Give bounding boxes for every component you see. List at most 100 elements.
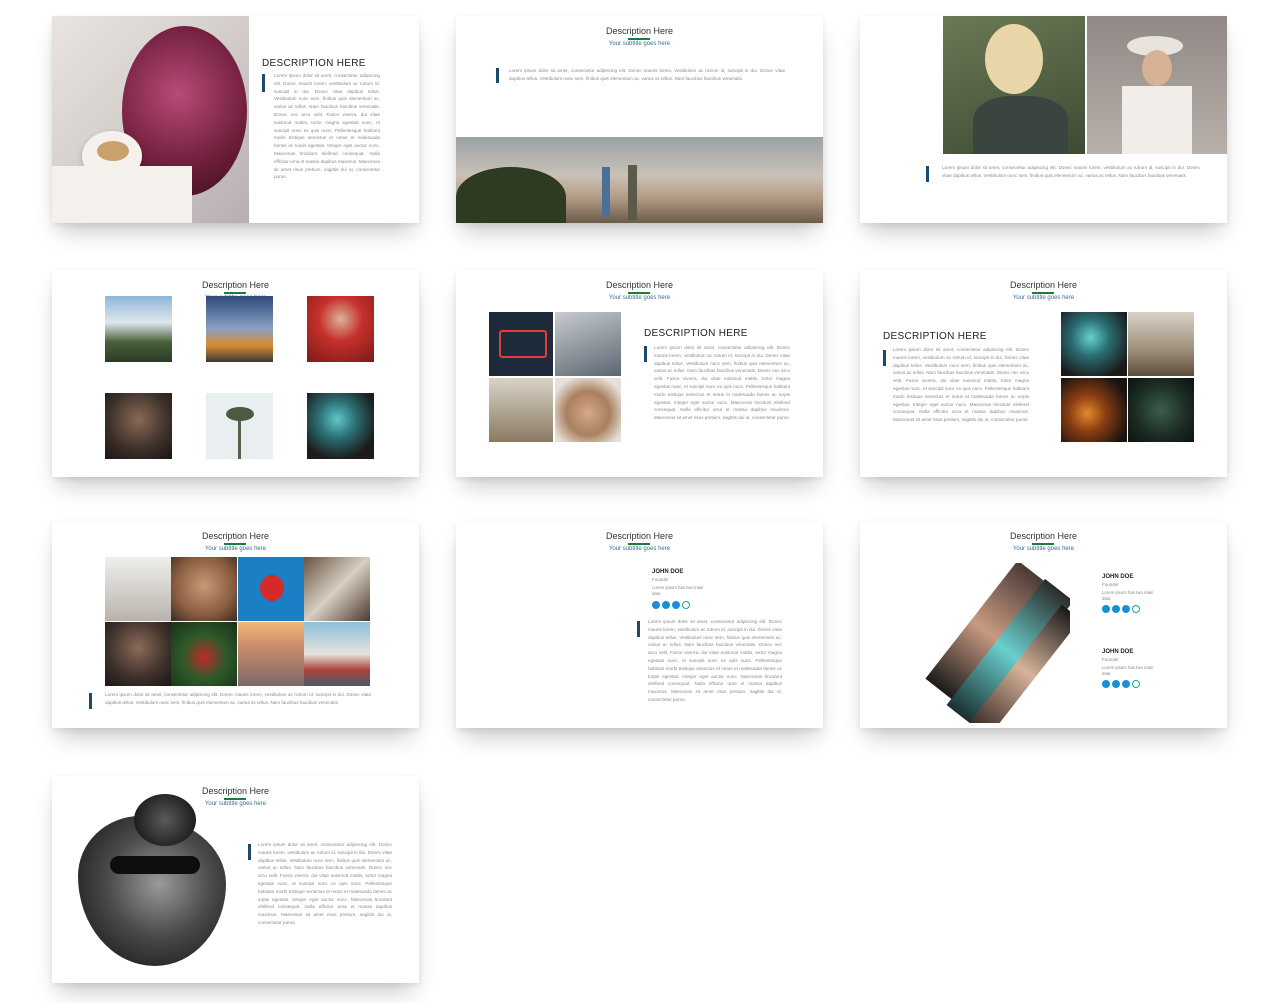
facebook-icon[interactable] (652, 601, 660, 609)
body-text: Lorem ipsum dolor sit amet, consectetur … (893, 347, 1029, 423)
slide-heading: DESCRIPTION HERE (883, 331, 987, 342)
grid-photo-4 (304, 557, 370, 621)
social-icons (1102, 605, 1140, 613)
twitter-icon[interactable] (1112, 680, 1120, 688)
grid-photo-7 (238, 622, 304, 686)
title-underline (628, 543, 650, 545)
slide-8[interactable]: Description Here Your subtitle goes here… (456, 521, 823, 728)
hat-woman-photo (1087, 16, 1227, 154)
accent-bar (926, 166, 929, 182)
slide-3[interactable]: Lorem ipsum dolor sit amet, consectetur … (860, 16, 1227, 223)
title-underline (224, 543, 246, 545)
accent-bar (644, 346, 647, 362)
grid-photo-2 (171, 557, 237, 621)
title-underline (1032, 292, 1054, 294)
red-jacket-photo (307, 296, 374, 362)
skype-icon[interactable] (682, 601, 690, 609)
body-text: Lorem ipsum dolor sit amet, consectetur … (509, 68, 785, 81)
linkedin-icon[interactable] (1122, 605, 1130, 613)
teal-hair-photo (307, 393, 374, 459)
skype-icon[interactable] (1132, 605, 1140, 613)
body-text: Lorem ipsum dolor sit amet, consectetur … (942, 165, 1200, 178)
title-underline (224, 292, 246, 294)
slide-title: Description Here (605, 280, 674, 290)
person-name: JOHN DOE (652, 569, 684, 575)
person-bio: Lorem ipsum has two main data (1102, 590, 1154, 601)
neon-mask-photo (1128, 378, 1194, 442)
slide-1[interactable]: DESCRIPTION HERE Lorem ipsum dolor sit a… (52, 16, 419, 223)
title-underline (628, 292, 650, 294)
slide-subtitle: Your subtitle goes here (608, 41, 671, 47)
accent-bar (89, 693, 92, 709)
slide-heading: DESCRIPTION HERE (644, 328, 748, 339)
grid-photo-8 (304, 622, 370, 686)
slide-heading: DESCRIPTION HERE (262, 58, 366, 69)
slide-subtitle: Your subtitle goes here (204, 546, 267, 552)
slide-subtitle: Your subtitle goes here (1012, 546, 1075, 552)
slide-7[interactable]: Description Here Your subtitle goes here… (52, 521, 419, 728)
body-text: Lorem ipsum dolor sit amet, consectetur … (654, 345, 790, 421)
linkedin-icon[interactable] (672, 601, 680, 609)
facebook-icon[interactable] (1102, 605, 1110, 613)
person-role: Founder (652, 577, 669, 582)
slide-title: Description Here (1009, 280, 1078, 290)
mountain-photo (105, 296, 172, 362)
slide-5[interactable]: Description Here Your subtitle goes here… (456, 270, 823, 477)
title-underline (628, 38, 650, 40)
skype-icon[interactable] (1132, 680, 1140, 688)
building-photo (489, 378, 553, 442)
person-bio: Lorem ipsum has two main data (652, 585, 704, 596)
person-role: Founder (1102, 657, 1119, 662)
accent-bar (496, 68, 499, 83)
social-icons (1102, 680, 1140, 688)
person-name: JOHN DOE (1102, 649, 1134, 655)
twitter-icon[interactable] (1112, 605, 1120, 613)
accent-bar (883, 350, 886, 366)
palm-tree-photo (206, 393, 273, 459)
person-bio: Lorem ipsum has two main data (1102, 665, 1154, 676)
brush-stroke-collage (890, 563, 1070, 723)
slide-4[interactable]: Description Here Your subtitle goes here (52, 270, 419, 477)
body-text: Lorem ipsum dolor sit amet, consectetur … (105, 692, 371, 705)
grid-photo-6 (171, 622, 237, 686)
racecar-photo (206, 296, 273, 362)
slide-title: Description Here (605, 531, 674, 541)
phone-man-photo (555, 312, 621, 376)
accent-bar (248, 844, 251, 860)
grid-photo-3 (238, 557, 304, 621)
accent-bar (637, 621, 640, 637)
title-underline (1032, 543, 1054, 545)
slide-subtitle: Your subtitle goes here (608, 295, 671, 301)
tea-flowers-photo (52, 16, 249, 223)
slide-title: Description Here (201, 280, 270, 290)
slide-10[interactable]: Description Here Your subtitle goes here… (52, 776, 419, 983)
open-sign-photo (489, 312, 553, 376)
body-text: Lorem ipsum dolor sit amet, consectetur … (274, 73, 380, 180)
grid-photo-5 (105, 622, 171, 686)
teal-hair-photo (1061, 312, 1127, 376)
couple-sky-photo (456, 137, 823, 223)
slide-6[interactable]: Description Here Your subtitle goes here… (860, 270, 1227, 477)
twitter-icon[interactable] (662, 601, 670, 609)
accent-bar (262, 74, 265, 92)
slide-2[interactable]: Description Here Your subtitle goes here… (456, 16, 823, 223)
slide-subtitle: Your subtitle goes here (1012, 295, 1075, 301)
slide-title: Description Here (605, 26, 674, 36)
body-text: Lorem ipsum dolor sit amet, consectetur … (648, 619, 782, 702)
slide-subtitle: Your subtitle goes here (608, 546, 671, 552)
facebook-icon[interactable] (1102, 680, 1110, 688)
hat-portrait-photo (105, 393, 172, 459)
social-icons (652, 601, 690, 609)
linkedin-icon[interactable] (1122, 680, 1130, 688)
slide-9[interactable]: Description Here Your subtitle goes here… (860, 521, 1227, 728)
slide-title: Description Here (1009, 531, 1078, 541)
slide-title: Description Here (201, 531, 270, 541)
hat-woman-photo (555, 378, 621, 442)
body-text: Lorem ipsum dolor sit amet, consectetur … (258, 842, 392, 925)
blonde-woman-photo (943, 16, 1085, 154)
field-people-photo (1128, 312, 1194, 376)
person-name: JOHN DOE (1102, 574, 1134, 580)
grid-photo-1 (105, 557, 171, 621)
blob-portrait-photo (74, 794, 230, 972)
person-role: Founder (1102, 582, 1119, 587)
